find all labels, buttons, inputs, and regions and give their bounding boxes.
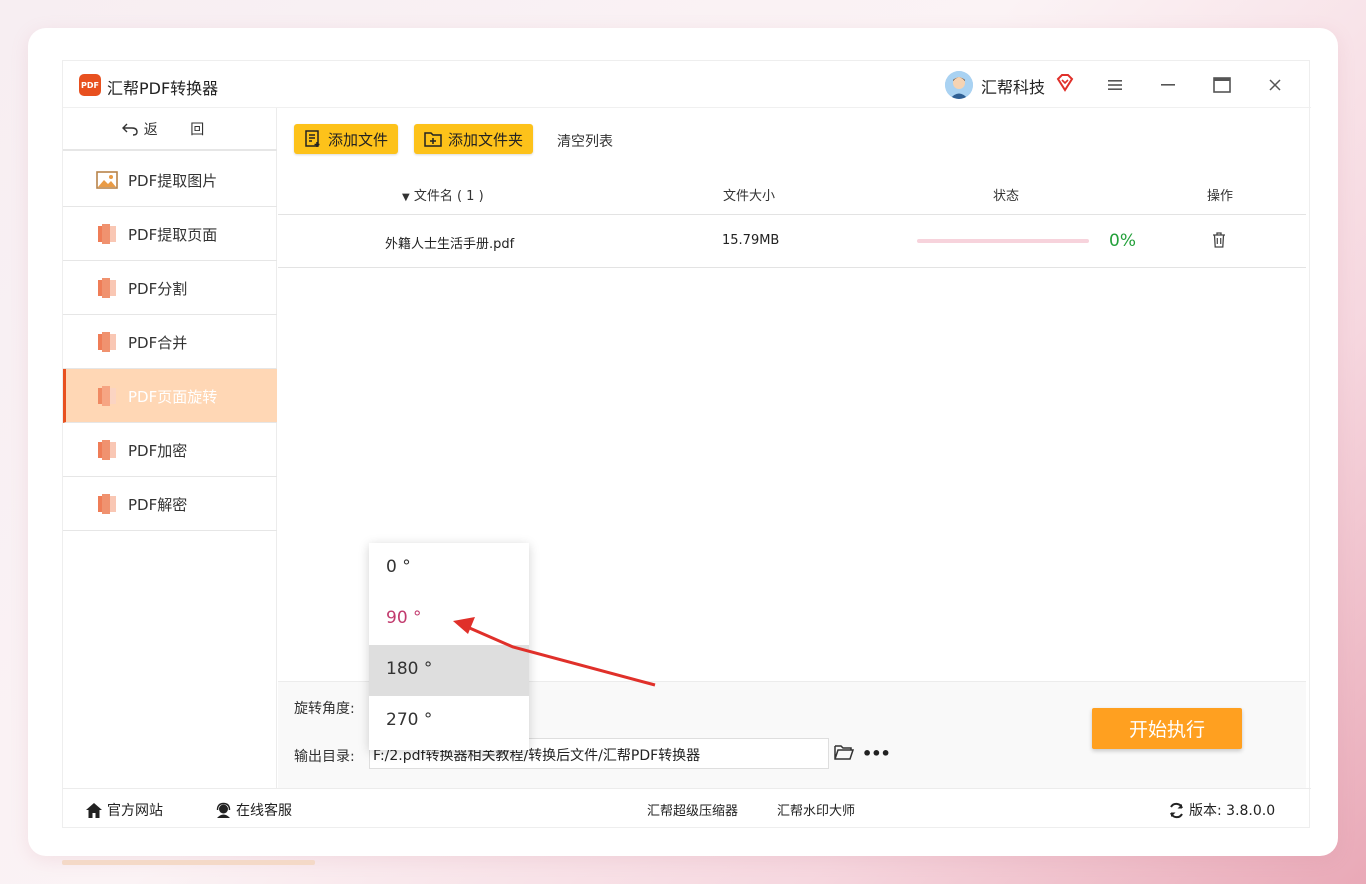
column-status: 状态 bbox=[993, 189, 1020, 204]
close-icon[interactable] bbox=[1263, 73, 1287, 97]
back-label: 返 回 bbox=[143, 121, 219, 138]
support-link[interactable]: 在线客服 bbox=[215, 800, 292, 820]
rotation-option-180[interactable]: 180 ° bbox=[369, 645, 529, 696]
pdf-file-icon bbox=[98, 332, 116, 352]
pdf-file-icon bbox=[98, 224, 116, 244]
sidebar-item-label: PDF加密 bbox=[128, 442, 188, 460]
sidebar-item-label: PDF提取页面 bbox=[128, 226, 218, 244]
column-size: 文件大小 bbox=[723, 189, 776, 204]
sidebar-item-label: PDF合并 bbox=[128, 334, 188, 352]
output-dir-label: 输出目录: bbox=[294, 749, 355, 765]
app-window: PDF 汇帮PDF转换器 汇帮科技 返 回 PDF提取图片 PDF提取页面 PD… bbox=[62, 60, 1311, 829]
add-file-button[interactable]: 添加文件 bbox=[294, 124, 399, 154]
sort-caret-icon: ▼ bbox=[402, 192, 410, 203]
version-label: 版本: 3.8.0.0 bbox=[1189, 803, 1276, 819]
sidebar-item-label: PDF提取图片 bbox=[128, 172, 218, 190]
clear-list-button[interactable]: 清空列表 bbox=[557, 131, 613, 151]
file-table-header: ▼ 文件名 ( 1 ) 文件大小 状态 操作 bbox=[278, 171, 1306, 215]
sidebar-item-extract-images[interactable]: PDF提取图片 bbox=[63, 153, 277, 207]
sidebar-item-split[interactable]: PDF分割 bbox=[63, 261, 277, 315]
more-options-icon[interactable]: ••• bbox=[862, 744, 891, 763]
sidebar-item-label: PDF页面旋转 bbox=[128, 388, 218, 406]
pdf-file-icon bbox=[98, 278, 116, 298]
add-folder-label: 添加文件夹 bbox=[448, 130, 524, 149]
sidebar-item-label: PDF分割 bbox=[128, 280, 188, 298]
maximize-icon[interactable] bbox=[1210, 73, 1234, 97]
column-name-label: 文件名 ( 1 ) bbox=[413, 189, 484, 204]
back-arrow-icon bbox=[121, 123, 138, 136]
menu-icon[interactable] bbox=[1103, 73, 1127, 97]
trash-icon[interactable] bbox=[1212, 232, 1226, 248]
start-button[interactable]: 开始执行 bbox=[1092, 708, 1242, 749]
sidebar-item-extract-pages[interactable]: PDF提取页面 bbox=[63, 207, 277, 261]
sidebar: 返 回 PDF提取图片 PDF提取页面 PDF分割 PDF合并 PDF页面旋转 … bbox=[63, 108, 277, 788]
pdf-file-icon bbox=[98, 494, 116, 514]
home-icon bbox=[86, 802, 102, 818]
decor-strip bbox=[62, 860, 315, 865]
sidebar-item-encrypt[interactable]: PDF加密 bbox=[63, 423, 277, 477]
customer-service-icon bbox=[216, 802, 231, 818]
column-action: 操作 bbox=[1207, 189, 1234, 204]
sidebar-item-decrypt[interactable]: PDF解密 bbox=[63, 477, 277, 531]
open-folder-icon[interactable] bbox=[834, 744, 854, 760]
sidebar-item-label: PDF解密 bbox=[128, 496, 188, 514]
image-icon bbox=[96, 171, 118, 189]
add-folder-icon bbox=[424, 132, 442, 147]
compressor-link[interactable]: 汇帮超级压缩器 bbox=[647, 800, 738, 819]
app-title: 汇帮PDF转换器 bbox=[107, 79, 219, 98]
table-row[interactable]: 外籍人士生活手册.pdf 15.79MB 0% bbox=[278, 215, 1306, 268]
user-avatar[interactable] bbox=[945, 71, 973, 99]
progress-percent: 0% bbox=[1109, 231, 1136, 251]
back-button[interactable]: 返 回 bbox=[63, 108, 277, 151]
website-link[interactable]: 官方网站 bbox=[85, 800, 163, 820]
add-file-label: 添加文件 bbox=[328, 130, 389, 149]
support-label: 在线客服 bbox=[236, 803, 292, 819]
website-label: 官方网站 bbox=[107, 803, 163, 819]
pdf-file-icon bbox=[98, 386, 116, 406]
column-name[interactable]: ▼ 文件名 ( 1 ) bbox=[402, 185, 484, 204]
sidebar-item-rotate-pages[interactable]: PDF页面旋转 bbox=[63, 369, 277, 423]
rotation-option-270[interactable]: 270 ° bbox=[369, 696, 529, 747]
refresh-icon bbox=[1170, 802, 1183, 818]
file-size: 15.79MB bbox=[722, 233, 780, 248]
watermark-link[interactable]: 汇帮水印大师 bbox=[777, 800, 855, 819]
footer: 官方网站 在线客服 汇帮超级压缩器 汇帮水印大师 版本: 3.8.0.0 bbox=[63, 788, 1311, 829]
add-file-icon bbox=[305, 130, 320, 147]
minimize-icon[interactable] bbox=[1156, 73, 1180, 97]
rotation-angle-label: 旋转角度: bbox=[294, 701, 355, 717]
app-logo-icon: PDF bbox=[79, 74, 101, 96]
vip-diamond-icon[interactable] bbox=[1055, 73, 1075, 93]
pdf-file-icon bbox=[98, 440, 116, 460]
rotation-angle-dropdown: 0 ° 90 ° 180 ° 270 ° bbox=[369, 543, 529, 750]
file-name: 外籍人士生活手册.pdf bbox=[385, 237, 515, 252]
user-name[interactable]: 汇帮科技 bbox=[981, 74, 1045, 98]
sidebar-item-merge[interactable]: PDF合并 bbox=[63, 315, 277, 369]
progress-bar bbox=[917, 239, 1089, 243]
rotation-option-0[interactable]: 0 ° bbox=[369, 543, 529, 594]
title-bar: PDF 汇帮PDF转换器 汇帮科技 bbox=[63, 61, 1311, 108]
add-folder-button[interactable]: 添加文件夹 bbox=[414, 124, 534, 154]
version-info[interactable]: 版本: 3.8.0.0 bbox=[1168, 800, 1275, 820]
rotation-option-90[interactable]: 90 ° bbox=[369, 594, 529, 645]
